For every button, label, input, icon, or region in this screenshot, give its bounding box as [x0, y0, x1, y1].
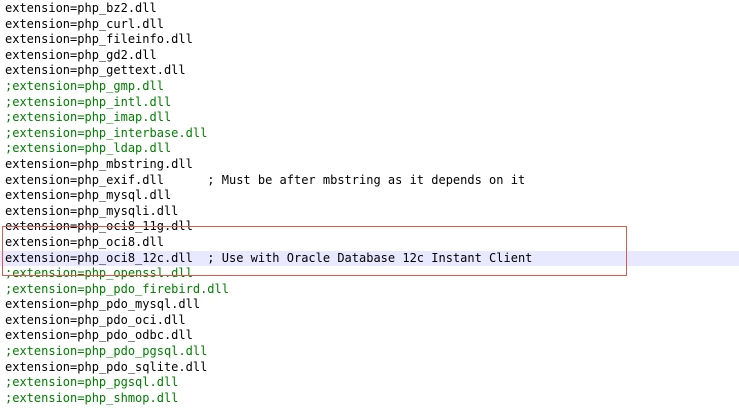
code-line[interactable]: extension=php_pdo_oci.dll: [0, 313, 739, 329]
code-line-current[interactable]: extension=php_oci8_12c.dll ; Use with Or…: [0, 250, 739, 267]
code-line[interactable]: extension=php_pdo_sqlite.dll: [0, 360, 739, 376]
code-editor[interactable]: extension=php_bz2.dll extension=php_curl.…: [0, 0, 739, 419]
code-line[interactable]: ;extension=php_pdo_firebird.dll: [0, 282, 739, 298]
code-line[interactable]: extension=php_exif.dll ; Must be after m…: [0, 173, 739, 189]
code-line[interactable]: ;extension=php_pdo_pgsql.dll: [0, 344, 739, 360]
code-line[interactable]: ;extension=php_intl.dll: [0, 95, 739, 111]
code-lines: extension=php_bz2.dll extension=php_curl.…: [0, 1, 739, 406]
code-line[interactable]: extension=php_gettext.dll: [0, 63, 739, 79]
code-line[interactable]: extension=php_mysql.dll: [0, 188, 739, 204]
code-line[interactable]: ;extension=php_interbase.dll: [0, 126, 739, 142]
code-line[interactable]: extension=php_oci8_11g.dll: [0, 219, 739, 235]
code-line[interactable]: ;extension=php_imap.dll: [0, 110, 739, 126]
code-line[interactable]: ;extension=php_gmp.dll: [0, 79, 739, 95]
code-line[interactable]: extension=php_mysqli.dll: [0, 204, 739, 220]
code-line[interactable]: ;extension=php_openssl.dll: [0, 266, 739, 282]
code-line[interactable]: extension=php_curl.dll: [0, 17, 739, 33]
code-line[interactable]: extension=php_pdo_mysql.dll: [0, 297, 739, 313]
code-line[interactable]: ;extension=php_ldap.dll: [0, 141, 739, 157]
code-line[interactable]: extension=php_oci8.dll: [0, 235, 739, 251]
code-line[interactable]: extension=php_gd2.dll: [0, 48, 739, 64]
code-line[interactable]: extension=php_mbstring.dll: [0, 157, 739, 173]
code-line[interactable]: extension=php_fileinfo.dll: [0, 32, 739, 48]
code-line[interactable]: extension=php_pdo_odbc.dll: [0, 328, 739, 344]
code-line[interactable]: extension=php_bz2.dll: [0, 1, 739, 17]
code-line[interactable]: ;extension=php_pgsql.dll: [0, 375, 739, 391]
code-line[interactable]: ;extension=php_shmop.dll: [0, 391, 739, 407]
